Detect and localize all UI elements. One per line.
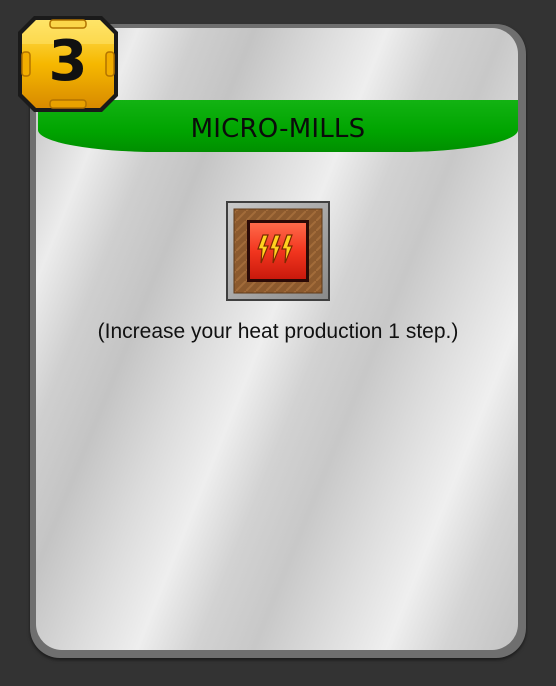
- card-title: MICRO-MILLS: [190, 114, 366, 144]
- game-stage: MICRO-MILLS 3 (Increase your heat produc…: [0, 0, 556, 686]
- production-box: [226, 201, 330, 301]
- heat-production-icon: [226, 201, 330, 301]
- cost-value: 3: [48, 29, 88, 94]
- card-effect-text: (Increase your heat production 1 step.): [97, 320, 459, 343]
- cost-badge: 3: [16, 14, 120, 114]
